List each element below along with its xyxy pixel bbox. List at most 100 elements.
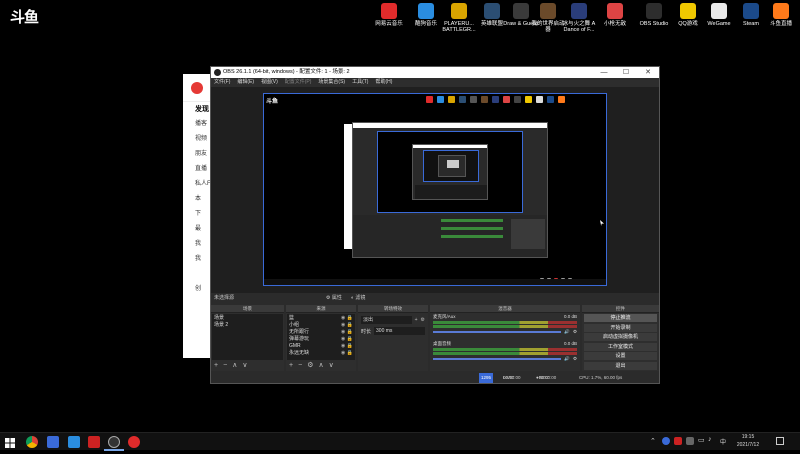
source-name: 无所跟行 [289, 329, 310, 335]
track-db: 0.0 dB [563, 341, 577, 346]
remove-source-icon[interactable]: − [298, 362, 302, 370]
scene-down-icon[interactable]: ∨ [242, 362, 247, 370]
transition-settings-icon[interactable]: ⚙ [421, 317, 425, 323]
obs-menubar: 文件(F) 编辑(E) 视图(V) 配置文件(P) 场景集合(S) 工具(T) … [211, 78, 659, 87]
control-button[interactable]: 开始录制 [584, 323, 657, 332]
scene-up-icon[interactable]: ∧ [232, 362, 237, 370]
preview-logo: 斗鱼 [266, 99, 279, 105]
cpu-status: CPU: 1.7%, 60.00 fps [579, 375, 623, 380]
tray-app-icon[interactable] [662, 437, 670, 445]
visibility-lock-icon[interactable]: ◉ 🔒 [341, 315, 353, 322]
source-up-icon[interactable]: ∧ [318, 362, 323, 370]
sources-list: 篮 ◉ 🔒 小组 ◉ 🔒 无所跟行 ◉ 🔒 弹幕游玩 ◉ 🔒 GMR ◉ 🔒 永远无缺 ◉ 🔒 [287, 314, 355, 360]
netease-music-shortcut[interactable]: 网易云音乐 [370, 3, 408, 27]
menu-scene-collection[interactable]: 场景集合(S) [318, 78, 345, 87]
control-button[interactable]: 退出 [584, 361, 657, 370]
browser-icon[interactable] [47, 436, 59, 448]
notification-icon[interactable] [776, 437, 784, 445]
transition-type-select[interactable]: 淡出 [361, 316, 412, 324]
menu-profile[interactable]: 配置文件(P) [285, 78, 312, 87]
source-item[interactable]: GMR ◉ 🔒 [289, 343, 353, 350]
properties-button[interactable]: ⚙ 属性 [326, 293, 342, 303]
source-name: 小组 [289, 322, 300, 328]
audio-meter [433, 352, 577, 355]
control-button[interactable]: 工作室模式 [584, 342, 657, 351]
speaker-icon[interactable]: 🔊 [564, 329, 570, 335]
vscode-icon[interactable] [68, 436, 80, 448]
obs-active-icon[interactable] [108, 436, 120, 448]
sources-dock: 来源 篮 ◉ 🔒 小组 ◉ 🔒 无所跟行 ◉ 🔒 弹幕游玩 ◉ 🔒 GMR ◉ 🔒 永远无缺 ◉ 🔒 … [286, 305, 356, 371]
control-button[interactable]: 设置 [584, 352, 657, 360]
add-scene-icon[interactable]: + [214, 362, 218, 370]
source-item[interactable]: 弹幕游玩 ◉ 🔒 [289, 336, 353, 343]
network-icon[interactable]: ▭ [698, 436, 705, 444]
transitions-title: 转场特效 [358, 305, 428, 313]
obs-window[interactable]: OBS 26.1.1 (64-bit, windows) - 配置文件: 1 -… [210, 66, 660, 384]
add-source-icon[interactable]: + [289, 362, 293, 370]
desktop: 斗鱼 网易云音乐 酷狗音乐 PLAYERU... BATTLEGR... 英雄联盟 Dr… [0, 0, 800, 432]
menu-view[interactable]: 视图(V) [261, 78, 278, 87]
windows-start-icon[interactable] [4, 436, 16, 448]
visibility-lock-icon[interactable]: ◉ 🔒 [341, 343, 353, 350]
filters-button[interactable]: ◐ 滤镜 [351, 293, 365, 303]
obs-titlebar[interactable]: OBS 26.1.1 (64-bit, windows) - 配置文件: 1 -… [211, 67, 659, 78]
source-item[interactable]: 篮 ◉ 🔒 [289, 315, 353, 322]
source-item[interactable]: 无所跟行 ◉ 🔒 [289, 329, 353, 336]
visibility-lock-icon[interactable]: ◉ 🔒 [341, 322, 353, 329]
scene-item[interactable]: 场景 [214, 315, 281, 322]
remove-scene-icon[interactable]: − [223, 362, 227, 370]
dance-of-fire-shortcut[interactable]: 冰与火之舞 A Dance of F... [560, 3, 598, 33]
obs-logo-icon [214, 69, 221, 76]
controls-title: 控件 [582, 305, 659, 313]
controls-dock: 控件 停止推流 开始录制 启动虚拟摄像机 工作室模式 设置 退出 [582, 305, 659, 371]
source-name: GMR [289, 343, 301, 349]
menu-tools[interactable]: 工具(T) [352, 78, 368, 87]
tray-app-icon[interactable] [674, 437, 682, 445]
volume-icon[interactable]: ♪ [708, 436, 712, 443]
clock-time[interactable]: 19:15 [736, 434, 760, 440]
visibility-lock-icon[interactable]: ◉ 🔒 [341, 329, 353, 336]
scene-item[interactable]: 场景 2 [214, 322, 281, 329]
menu-help[interactable]: 帮助(H) [375, 78, 392, 87]
source-down-icon[interactable]: ∨ [329, 362, 334, 370]
volume-slider[interactable] [433, 358, 562, 360]
mixer-settings-icon[interactable]: ⚙ [573, 329, 577, 335]
red-app-icon[interactable] [88, 436, 100, 448]
douyu-shortcut[interactable]: 斗鱼直播 [762, 3, 800, 27]
tray-app-icon[interactable] [686, 437, 694, 445]
tray-expand-icon[interactable]: ⌃ [650, 437, 656, 445]
minimize-button[interactable]: — [593, 67, 615, 78]
xiaoqiang-shortcut[interactable]: 小枪无敌 [596, 3, 634, 27]
bitrate-badge: 1295 [479, 373, 494, 383]
menu-file[interactable]: 文件(F) [214, 78, 230, 87]
volume-slider[interactable] [433, 331, 562, 333]
qq-games-icon [680, 3, 696, 19]
shortcut-label: 网易云音乐 [375, 21, 403, 27]
source-settings-icon[interactable]: ⚙ [307, 362, 313, 370]
maximize-button[interactable]: ☐ [615, 67, 637, 78]
chrome-icon[interactable] [26, 436, 38, 448]
sources-title: 来源 [286, 305, 356, 313]
obs-studio-shortcut[interactable]: OBS Studio [635, 3, 673, 27]
close-button[interactable]: ✕ [637, 67, 659, 78]
menu-edit[interactable]: 编辑(E) [237, 78, 254, 87]
obs-statusbar: 1295 LIVE: 00:00:00 ● REC: 00:00:00 CPU:… [211, 373, 659, 383]
control-button[interactable]: 停止推流 [584, 314, 657, 322]
ime-indicator[interactable]: 中 [720, 437, 726, 446]
visibility-lock-icon[interactable]: ◉ 🔒 [341, 350, 353, 357]
source-item[interactable]: 小组 ◉ 🔒 [289, 322, 353, 329]
duration-input[interactable]: 300 ms [374, 327, 425, 335]
netease-taskbar-icon[interactable] [128, 436, 140, 448]
preview-canvas[interactable]: 斗鱼 [263, 93, 607, 286]
speaker-icon[interactable]: 🔊 [564, 356, 570, 362]
obs-docks: 未选择源 ⚙ 属性 ◐ 滤镜 场景 场景 场景 2 + − ∧ ∨ 来源 篮 ◉… [211, 293, 659, 373]
control-button[interactable]: 启动虚拟摄像机 [584, 333, 657, 341]
source-name: 篮 [289, 315, 295, 321]
clock-date[interactable]: 2021/7/12 [733, 442, 763, 448]
visibility-lock-icon[interactable]: ◉ 🔒 [341, 336, 353, 343]
steam-icon [743, 3, 759, 19]
kugou-music-icon [418, 3, 434, 19]
add-transition-icon[interactable]: + [415, 317, 418, 323]
mixer-settings-icon[interactable]: ⚙ [573, 356, 577, 362]
source-item[interactable]: 永远无缺 ◉ 🔒 [289, 350, 353, 357]
